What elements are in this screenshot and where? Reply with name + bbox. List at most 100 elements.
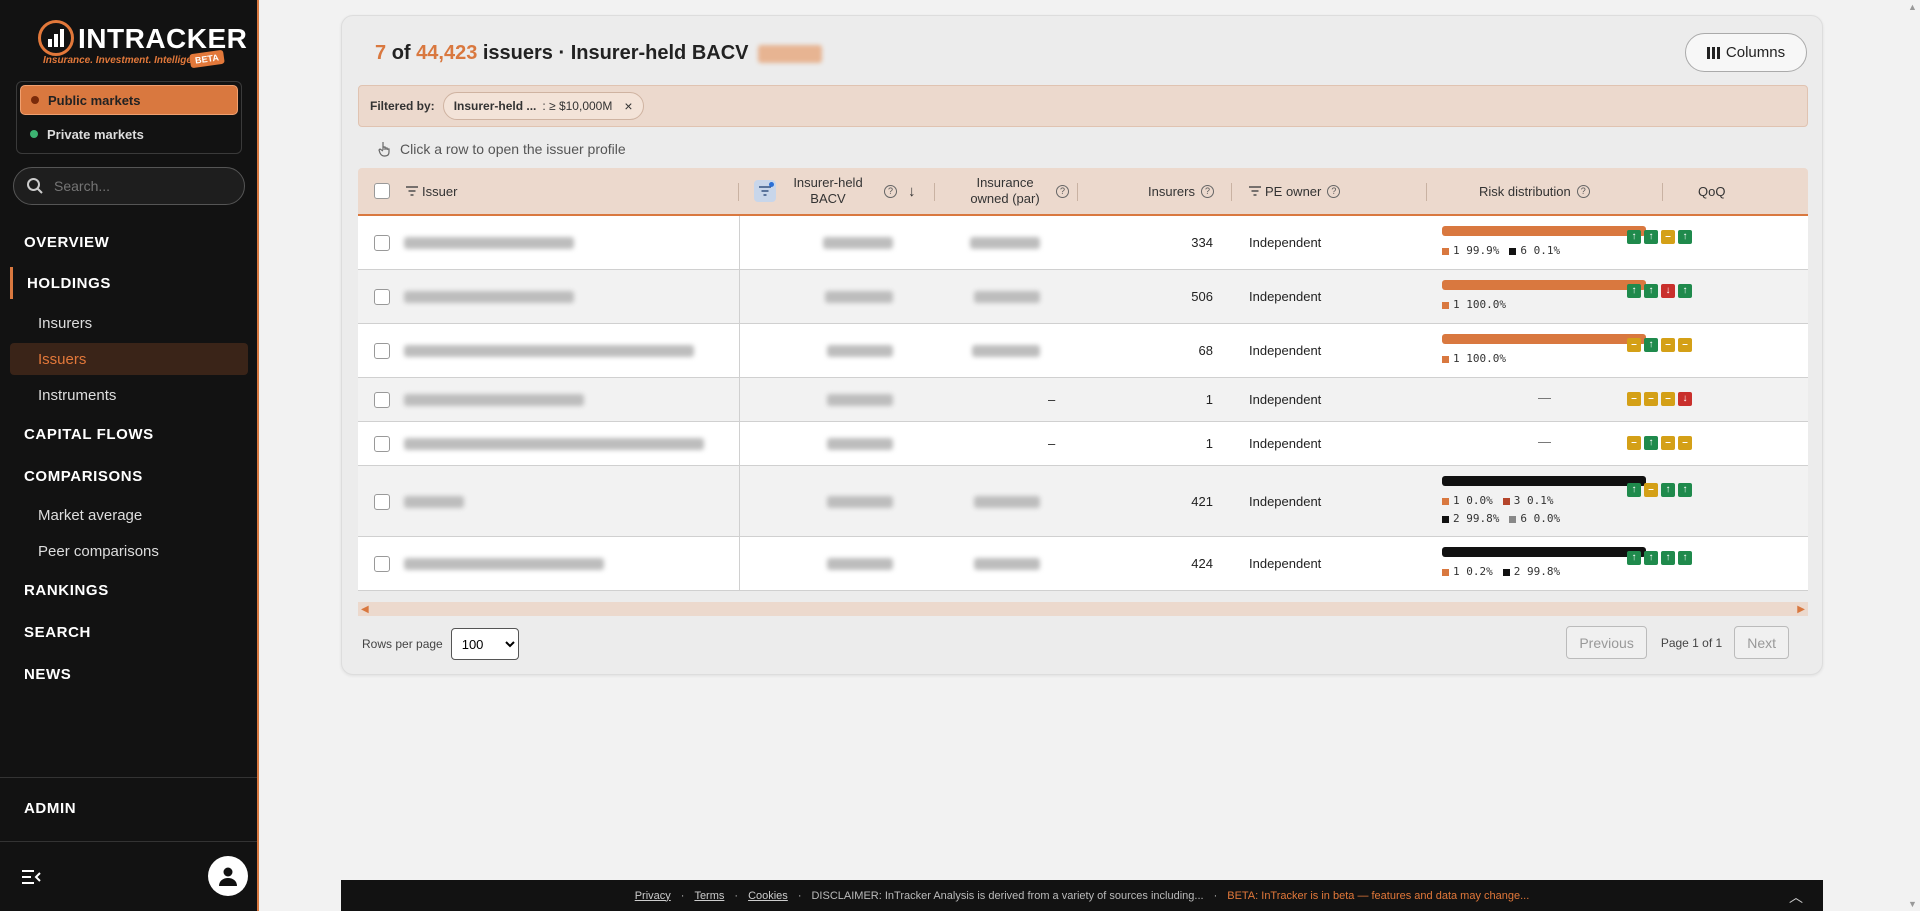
bacv-filter-active[interactable] [754, 168, 776, 214]
insurers-header[interactable]: Insurers ? [1148, 168, 1214, 214]
risk-legend: 2 99.8% 6 0.0% [1442, 512, 1560, 525]
collapse-sidebar-icon[interactable] [21, 869, 41, 885]
disclaimer-text[interactable]: DISCLAIMER: InTracker Analysis is derive… [811, 890, 1203, 902]
risk-distribution-bar[interactable] [1442, 226, 1646, 236]
pe-owner-header[interactable]: PE owner ? [1249, 168, 1341, 214]
filter-icon[interactable] [1249, 186, 1261, 196]
sort-desc-icon[interactable]: ↓ [908, 168, 916, 214]
scroll-down-icon[interactable]: ▼ [1908, 899, 1917, 909]
row-checkbox[interactable] [374, 235, 390, 251]
nav-market-average[interactable]: Market average [10, 499, 248, 531]
beta-notice[interactable]: BETA: InTracker is in beta — features an… [1227, 890, 1529, 902]
sidebar: INTRACKER Insurance. Investment. Intelli… [0, 0, 259, 911]
legend-text: 6 0.0% [1520, 512, 1561, 525]
row-checkbox[interactable] [374, 392, 390, 408]
user-avatar-button[interactable] [208, 856, 248, 896]
nav-news[interactable]: NEWS [10, 658, 248, 690]
risk-distribution-bar[interactable] [1442, 334, 1646, 344]
total-count: 44,423 [416, 42, 478, 64]
remove-filter-icon[interactable]: × [624, 98, 632, 114]
issuer-header[interactable]: Issuer [406, 168, 457, 214]
qoq-up-icon: ↑ [1627, 230, 1641, 244]
cookies-link[interactable]: Cookies [748, 890, 788, 902]
issuer-name-redacted[interactable] [404, 558, 604, 570]
bacv-help[interactable]: ? [878, 168, 897, 214]
help-icon[interactable]: ? [1056, 184, 1069, 198]
row-checkbox[interactable] [374, 556, 390, 572]
nav-instruments[interactable]: Instruments [10, 379, 248, 411]
table-row[interactable]: –1 Independent — – ↑ – – [358, 422, 1808, 466]
row-select-cell [374, 343, 390, 359]
page-info: Page 1 of 1 [1660, 635, 1723, 650]
owned-help[interactable]: ? [1050, 168, 1069, 214]
nav-capital-flows[interactable]: CAPITAL FLOWS [10, 418, 248, 450]
table-row[interactable]: –1 Independent — – – – ↓ [358, 378, 1808, 422]
table-row[interactable]: 506 Independent 1 100.0% ↑ ↑ ↓ ↑ [358, 270, 1808, 324]
issuer-name-redacted[interactable] [404, 495, 464, 508]
select-all-checkbox[interactable] [374, 183, 390, 199]
privacy-link[interactable]: Privacy [635, 890, 671, 902]
footer: Privacy · Terms · Cookies · DISCLAIMER: … [341, 880, 1823, 911]
brand-logo[interactable]: INTRACKER Insurance. Investment. Intelli… [38, 18, 247, 72]
help-icon[interactable]: ? [1200, 184, 1214, 198]
bacv-header-line2: BACV [810, 191, 846, 206]
issuer-name-redacted[interactable] [404, 237, 574, 249]
bacv-header[interactable]: Insurer-held BACV [778, 168, 878, 214]
filter-active-icon[interactable] [754, 180, 776, 202]
terms-link[interactable]: Terms [694, 890, 724, 902]
issuer-name-redacted[interactable] [404, 345, 694, 357]
help-icon[interactable]: ? [1576, 184, 1590, 198]
help-icon[interactable]: ? [1327, 184, 1341, 198]
row-checkbox[interactable] [374, 343, 390, 359]
table-row[interactable]: 424 Independent 1 0.2% 2 99.8% ↑ ↑ ↑ ↑ [358, 537, 1808, 591]
risk-distribution-bar[interactable] [1442, 280, 1646, 290]
public-markets-option[interactable]: Public markets [20, 85, 238, 115]
search-box[interactable] [13, 167, 245, 205]
nav-admin[interactable]: ADMIN [24, 800, 76, 817]
issuer-name-redacted[interactable] [404, 291, 574, 303]
search-input[interactable] [54, 178, 224, 194]
risk-distribution-bar[interactable] [1442, 547, 1646, 557]
row-checkbox[interactable] [374, 289, 390, 305]
table-row[interactable]: 334 Independent 1 99.9% 6 0.1% ↑ ↑ – ↑ [358, 216, 1808, 270]
nav-insurers[interactable]: Insurers [10, 307, 248, 339]
row-checkbox[interactable] [374, 493, 390, 510]
row-checkbox[interactable] [374, 436, 390, 452]
filter-chip[interactable]: Insurer-held ... : ≥ $10,000M × [442, 92, 644, 120]
previous-button[interactable]: Previous [1566, 626, 1647, 659]
next-button[interactable]: Next [1734, 626, 1789, 659]
scroll-right-icon[interactable]: ▶ [1797, 604, 1805, 615]
nav-overview[interactable]: OVERVIEW [10, 226, 248, 258]
filter-key: Insurer-held ... [453, 99, 537, 113]
vertical-scrollbar[interactable]: ▲ ▼ [1905, 0, 1920, 911]
owned-header[interactable]: Insurance owned (par) [955, 168, 1055, 214]
nav-issuers[interactable]: Issuers [10, 343, 248, 375]
help-icon[interactable]: ? [884, 184, 897, 198]
horizontal-scrollbar[interactable]: ◀ ▶ [358, 602, 1808, 616]
legend-text: 1 100.0% [1453, 352, 1506, 365]
bacv-value-redacted [825, 291, 893, 303]
private-markets-option[interactable]: Private markets [20, 119, 238, 149]
qoq-up-icon: ↑ [1627, 483, 1641, 497]
nav-rankings[interactable]: RANKINGS [10, 574, 248, 606]
risk-header[interactable]: Risk distribution ? [1479, 168, 1590, 214]
rows-per-page-select[interactable]: 100 [450, 628, 519, 660]
legend-swatch [1442, 355, 1449, 363]
columns-button[interactable]: Columns [1685, 33, 1807, 72]
qoq-header[interactable]: QoQ [1698, 168, 1725, 214]
chevron-up-icon[interactable]: ︿ [1789, 887, 1803, 907]
issuer-name-redacted[interactable] [404, 438, 704, 450]
nav-comparisons[interactable]: COMPARISONS [10, 460, 248, 492]
table-row[interactable]: 68 Independent 1 100.0% – ↑ – – [358, 324, 1808, 378]
nav-search[interactable]: SEARCH [10, 616, 248, 648]
issuer-name-redacted[interactable] [404, 394, 584, 406]
nav-holdings[interactable]: HOLDINGS [10, 267, 248, 299]
risk-distribution-bar[interactable] [1442, 476, 1646, 486]
scroll-up-icon[interactable]: ▲ [1908, 2, 1917, 12]
qoq-flat-icon: – [1627, 338, 1641, 352]
filter-icon[interactable] [406, 186, 418, 196]
nav-peer-comparisons[interactable]: Peer comparisons [10, 535, 248, 567]
table-row[interactable]: 421 Independent 1 0.0% 3 0.1% 2 99.8% 6 0.0% ↑… [358, 466, 1808, 537]
qoq-flat-icon: – [1661, 436, 1675, 450]
scroll-left-icon[interactable]: ◀ [361, 604, 369, 615]
